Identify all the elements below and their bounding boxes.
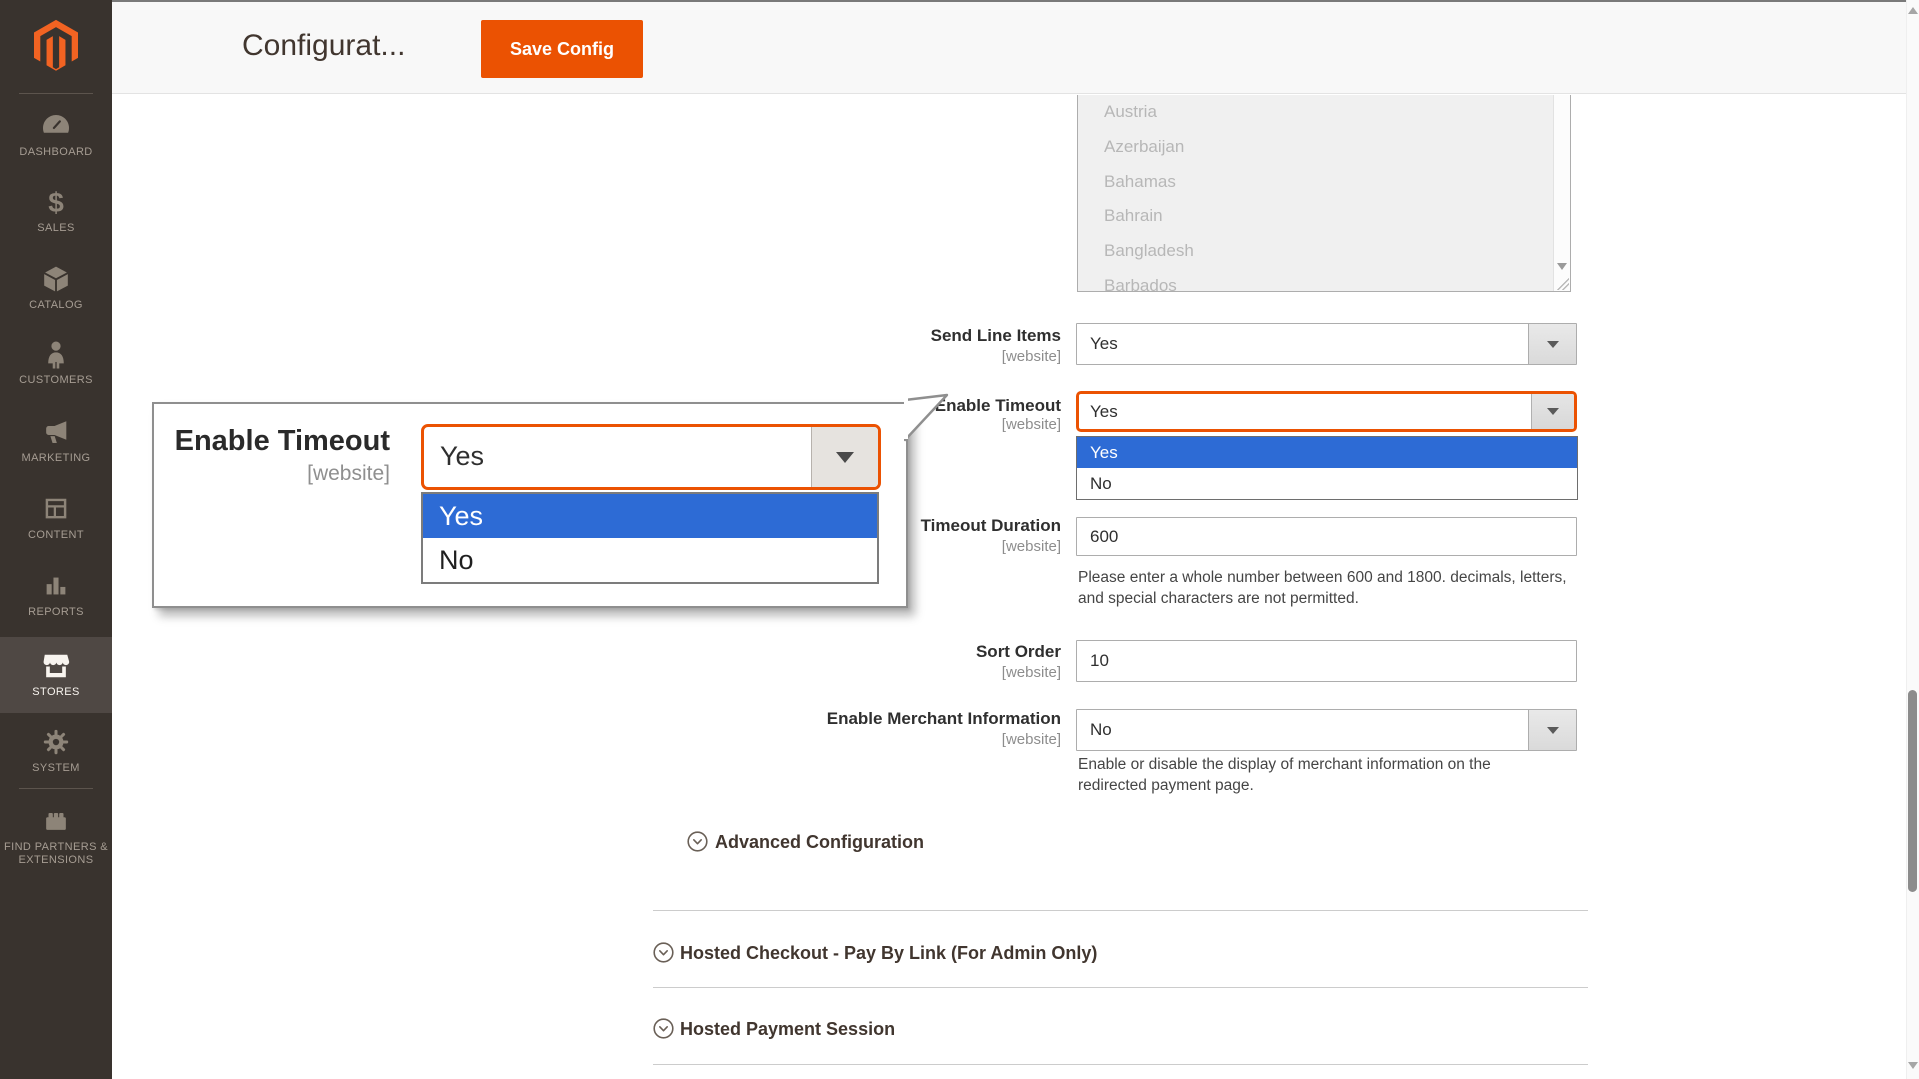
- sort-order-scope: [website]: [700, 664, 1061, 681]
- customers-icon: [0, 339, 112, 371]
- chevron-down-circle-icon[interactable]: [687, 831, 708, 852]
- scrollbar-down-arrow-icon[interactable]: [1908, 1062, 1918, 1069]
- enable-merchant-information-value: No: [1090, 720, 1112, 739]
- magento-logo-icon[interactable]: [34, 19, 78, 72]
- system-icon: [0, 727, 112, 759]
- sort-order-label: Sort Order: [700, 642, 1061, 662]
- magnifier-scope: [website]: [168, 462, 390, 486]
- timeout-duration-note-line2: and special characters are not permitted…: [1078, 588, 1598, 609]
- magnifier-option-yes: Yes: [423, 494, 877, 538]
- page-header: Configurat... Save Config: [112, 2, 1919, 94]
- save-config-button[interactable]: Save Config: [481, 20, 643, 78]
- sidebar-item-stores[interactable]: STORES: [0, 637, 112, 713]
- section-advanced-configuration[interactable]: Advanced Configuration: [715, 830, 924, 854]
- sidebar-item-find-partners[interactable]: FIND PARTNERS & EXTENSIONS: [0, 798, 112, 882]
- chevron-down-circle-icon[interactable]: [653, 1018, 674, 1039]
- enable-merchant-information-scope: [website]: [700, 731, 1061, 748]
- sidebar-item-reports[interactable]: REPORTS: [0, 563, 112, 627]
- sidebar-item-content[interactable]: CONTENT: [0, 486, 112, 548]
- country-option: Bahrain: [1078, 199, 1570, 234]
- page-title: Configurat...: [242, 29, 405, 63]
- admin-sidebar: DASHBOARD $ SALES CATALOG CUSTOMERS MARKETING…: [0, 0, 112, 1079]
- section-hosted-checkout[interactable]: Hosted Checkout - Pay By Link (For Admin…: [680, 941, 1097, 965]
- magnifier-select-value: Yes: [440, 441, 484, 471]
- sidebar-item-label: CONTENT: [0, 529, 112, 542]
- sidebar-item-label: MARKETING: [0, 452, 112, 465]
- sidebar-item-label: CATALOG: [0, 299, 112, 312]
- page-scrollbar[interactable]: [1906, 0, 1919, 1079]
- country-option: Bangladesh: [1078, 234, 1570, 269]
- content-icon: [0, 494, 112, 526]
- sidebar-item-label: SYSTEM: [0, 762, 112, 775]
- section-divider: [653, 1064, 1588, 1065]
- stores-icon: [0, 651, 112, 683]
- enable-merchant-information-select[interactable]: No: [1076, 709, 1577, 751]
- merchant-note-line2: redirected payment page.: [1078, 775, 1598, 796]
- dropdown-arrow-icon[interactable]: [1528, 710, 1576, 750]
- dropdown-arrow-icon: [811, 427, 878, 487]
- sidebar-item-label: CUSTOMERS: [0, 374, 112, 387]
- enable-timeout-select[interactable]: Yes: [1076, 391, 1577, 432]
- dropdown-option-no[interactable]: No: [1077, 468, 1577, 499]
- svg-text:$: $: [48, 187, 64, 217]
- dropdown-arrow-icon[interactable]: [1531, 394, 1574, 429]
- dashboard-icon: [0, 111, 112, 143]
- sidebar-item-catalog[interactable]: CATALOG: [0, 256, 112, 314]
- sort-order-value: 10: [1090, 651, 1109, 670]
- dropdown-arrow-icon[interactable]: [1528, 324, 1576, 364]
- section-divider: [653, 910, 1588, 911]
- magnifier-enable-timeout-label: Enable Timeout: [168, 424, 390, 458]
- country-option: Bahamas: [1078, 165, 1570, 200]
- sidebar-item-label: DASHBOARD: [0, 146, 112, 159]
- sidebar-item-marketing[interactable]: MARKETING: [0, 409, 112, 469]
- sidebar-item-sales[interactable]: $ SALES: [0, 179, 112, 237]
- extensions-icon: [0, 806, 112, 838]
- chevron-down-circle-icon[interactable]: [653, 942, 674, 963]
- resize-grip-icon[interactable]: [1556, 277, 1569, 290]
- merchant-note-line1: Enable or disable the display of merchan…: [1078, 754, 1598, 775]
- send-line-items-value: Yes: [1090, 334, 1118, 353]
- enable-timeout-value: Yes: [1090, 402, 1118, 421]
- section-divider: [653, 987, 1588, 988]
- magnifier-select: Yes: [421, 424, 881, 490]
- magento-admin-window: DASHBOARD $ SALES CATALOG CUSTOMERS MARKETING…: [0, 0, 1919, 1079]
- magnifier-pointer-tail: [904, 393, 952, 443]
- sidebar-divider: [19, 93, 93, 94]
- reports-icon: [0, 571, 112, 603]
- catalog-icon: [0, 264, 112, 296]
- sidebar-divider-2: [19, 788, 93, 789]
- timeout-duration-value: 600: [1090, 527, 1118, 546]
- send-line-items-label: Send Line Items: [700, 326, 1061, 346]
- marketing-icon: [0, 417, 112, 449]
- sidebar-item-dashboard[interactable]: DASHBOARD: [0, 103, 112, 161]
- timeout-duration-note-line1: Please enter a whole number between 600 …: [1078, 567, 1598, 588]
- send-line-items-scope: [website]: [700, 348, 1061, 365]
- allowed-countries-multiselect[interactable]: AustriaAzerbaijanBahamasBahrainBanglades…: [1077, 95, 1571, 292]
- country-option: Azerbaijan: [1078, 130, 1570, 165]
- enable-merchant-information-label: Enable Merchant Information: [700, 709, 1061, 729]
- page-scrollbar-thumb[interactable]: [1908, 690, 1917, 892]
- sidebar-item-system[interactable]: SYSTEM: [0, 719, 112, 781]
- send-line-items-select[interactable]: Yes: [1076, 323, 1577, 365]
- country-options: AustriaAzerbaijanBahamasBahrainBanglades…: [1078, 95, 1570, 292]
- enable-timeout-dropdown: Yes No: [1076, 436, 1578, 500]
- scroll-down-arrow-icon[interactable]: [1557, 263, 1567, 270]
- sales-icon: $: [0, 187, 112, 219]
- multiselect-scrollbar[interactable]: [1553, 95, 1570, 291]
- sidebar-item-label: STORES: [0, 686, 112, 699]
- sidebar-item-label: REPORTS: [0, 606, 112, 619]
- timeout-duration-input[interactable]: 600: [1076, 517, 1577, 556]
- scrollbar-up-arrow-icon[interactable]: [1908, 7, 1918, 14]
- dropdown-option-yes[interactable]: Yes: [1077, 437, 1577, 468]
- magnifier-popup: Enable Timeout [website] Yes Yes No: [152, 402, 908, 608]
- sidebar-item-label: FIND PARTNERS & EXTENSIONS: [0, 841, 112, 867]
- magnifier-option-no: No: [423, 538, 877, 582]
- magnifier-dropdown: Yes No: [421, 492, 879, 584]
- sidebar-item-customers[interactable]: CUSTOMERS: [0, 331, 112, 391]
- country-option: Barbados: [1078, 269, 1570, 292]
- sort-order-input[interactable]: 10: [1076, 640, 1577, 682]
- sidebar-item-label: SALES: [0, 222, 112, 235]
- country-option: Austria: [1078, 95, 1570, 130]
- section-hosted-payment-session[interactable]: Hosted Payment Session: [680, 1017, 895, 1041]
